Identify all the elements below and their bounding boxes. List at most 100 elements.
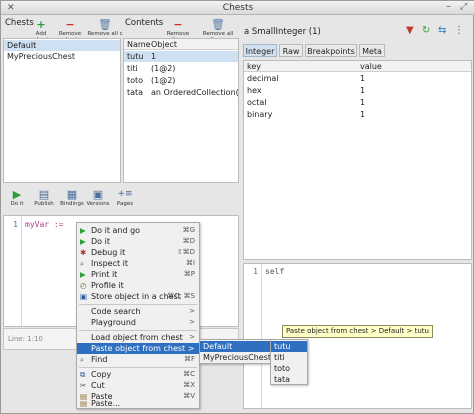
bindings-label: Bindings	[60, 201, 84, 207]
table-row[interactable]: tutu 1	[124, 51, 238, 62]
table-row[interactable]: titi (1@2)	[124, 63, 238, 74]
submenu-item-titi[interactable]: titi	[271, 352, 307, 363]
list-item[interactable]: MyPreciousChest	[4, 51, 120, 62]
contents-toolbar: − Remove item 🗑 Remove all items	[161, 18, 241, 43]
menu-item-label: Find	[91, 355, 108, 364]
table-header: key value	[244, 61, 471, 72]
play-icon: ▶	[80, 237, 86, 246]
minimize-icon[interactable]: –	[446, 1, 451, 12]
tab-integer[interactable]: Integer	[243, 44, 277, 57]
do-it-button[interactable]: ▶ Do it	[7, 189, 27, 207]
copy-icon: ⧉	[80, 370, 86, 379]
row-value: 1	[360, 98, 366, 107]
menu-item-paste-ellipsis[interactable]: ▤ Paste...	[77, 399, 199, 409]
play-icon: ▶	[12, 188, 22, 201]
playground-code-text: myVar :=	[25, 220, 64, 229]
chests-submenu: Default MyPreciousChest	[199, 339, 271, 364]
menu-item-debug-it[interactable]: ✱ Debug it ⇧⌘D	[77, 247, 199, 258]
publish-label: Publish	[34, 201, 54, 207]
column-header-value: value	[360, 62, 382, 71]
table-row[interactable]: decimal 1	[244, 73, 471, 84]
table-row[interactable]: binary 1	[244, 109, 471, 120]
tab-raw[interactable]: Raw	[279, 44, 303, 57]
menu-item-playground[interactable]: Playground >	[77, 317, 199, 328]
table-row[interactable]: hex 1	[244, 85, 471, 96]
menu-item-cut[interactable]: ✂ Cut ⌘X	[77, 380, 199, 391]
maximize-icon[interactable]: ⤢	[460, 2, 467, 12]
row-value: 1	[360, 86, 366, 95]
inspector-table[interactable]: key value decimal 1 hex 1 octal 1 binary…	[243, 60, 472, 260]
menu-item-label: Code search	[91, 307, 141, 316]
menu-item-print-it[interactable]: ▶ Print it ⌘P	[77, 269, 199, 280]
menu-item-label: Load object from chest	[91, 333, 183, 342]
publish-icon: ▤	[38, 188, 50, 201]
refresh-icon[interactable]: ↻	[422, 25, 430, 36]
row-key: octal	[247, 98, 267, 107]
line-number: 1	[253, 267, 258, 276]
cursor-position: Line: 1:10	[8, 335, 43, 343]
minus-icon: −	[173, 18, 183, 31]
row-name: tata	[127, 88, 144, 97]
tab-meta[interactable]: Meta	[359, 44, 385, 57]
row-name: toto	[127, 76, 144, 85]
row-name: tutu	[127, 52, 144, 61]
table-row[interactable]: tata an OrderedCollection(1 2 3 4	[124, 87, 238, 98]
table-row[interactable]: toto (1@2)	[124, 75, 238, 86]
menu-item-do-it-and-go[interactable]: ▶ Do it and go ⌘G	[77, 225, 199, 236]
row-value: 1	[360, 110, 366, 119]
gutter-divider	[261, 264, 262, 408]
inspect-icon: ⌕	[80, 259, 85, 268]
menu-item-do-it[interactable]: ▶ Do it ⌘D	[77, 236, 199, 247]
submenu-arrow: >	[189, 307, 195, 315]
versions-button[interactable]: ▣ Versions	[85, 189, 111, 207]
context-menu: ▶ Do it and go ⌘G ▶ Do it ⌘D ✱ Debug it …	[76, 222, 200, 409]
contents-table[interactable]: Name Object tutu 1 titi (1@2) toto (1@2)…	[123, 38, 239, 183]
navigate-icon[interactable]: ⇆	[438, 25, 446, 36]
submenu-item-toto[interactable]: toto	[271, 363, 307, 374]
chest-icon: ▣	[80, 292, 88, 301]
trash-icon: 🗑	[98, 19, 112, 31]
bindings-button[interactable]: ▦ Bindings	[59, 189, 85, 207]
title-bar[interactable]: ✕ Chests – ⤢	[1, 1, 474, 15]
menu-item-label: Copy	[91, 370, 112, 379]
menu-item-copy[interactable]: ⧉ Copy ⌘C	[77, 369, 199, 380]
row-object: an OrderedCollection(1 2 3 4	[151, 88, 238, 97]
inspector-tabs: Integer Raw Breakpoints Meta	[243, 44, 443, 58]
do-it-label: Do it	[10, 201, 24, 207]
row-key: binary	[247, 110, 273, 119]
column-header-object: Object	[151, 40, 178, 49]
menu-item-inspect-it[interactable]: ⌕ Inspect it ⌘I	[77, 258, 199, 269]
remove-all-chests-button[interactable]: 🗑 Remove all c	[87, 19, 123, 37]
menu-item-load-object-from-chest[interactable]: Load object from chest >	[77, 332, 199, 343]
submenu-item-myprecious-chest[interactable]: MyPreciousChest	[200, 352, 271, 363]
contents-panel-title: Contents	[125, 18, 164, 28]
row-object: 1	[151, 52, 157, 61]
tab-breakpoints[interactable]: Breakpoints	[305, 44, 357, 57]
submenu-item-tutu[interactable]: tutu	[271, 341, 307, 352]
menu-item-shortcut: ⌘P	[183, 270, 195, 278]
row-value: 1	[360, 74, 366, 83]
paste-icon: ▤	[80, 399, 88, 408]
submenu-item-default[interactable]: Default	[200, 341, 270, 352]
window-title: Chests	[222, 3, 254, 13]
filter-icon[interactable]: ▼	[406, 25, 414, 36]
row-key: hex	[247, 86, 262, 95]
chests-list[interactable]: Default MyPreciousChest	[3, 38, 121, 183]
menu-item-code-search[interactable]: Code search >	[77, 306, 199, 317]
submenu-item-tata[interactable]: tata	[271, 374, 307, 385]
list-item[interactable]: Default	[4, 40, 120, 51]
chests-toolbar: + Add chest − Remove chest 🗑 Remove all …	[29, 18, 125, 43]
row-name: titi	[127, 64, 138, 73]
submenu-arrow: >	[189, 318, 195, 326]
publish-button[interactable]: ▤ Publish	[31, 189, 57, 207]
pages-button[interactable]: +≡ Pages	[113, 189, 137, 207]
menu-item-profile-it[interactable]: ◴ Profile it	[77, 280, 199, 291]
minus-icon: −	[65, 18, 75, 31]
menu-item-paste-object-from-chest[interactable]: Paste object from chest >	[77, 343, 199, 354]
row-key: decimal	[247, 74, 279, 83]
menu-icon[interactable]: ⋮	[454, 25, 464, 36]
table-row[interactable]: octal 1	[244, 97, 471, 108]
menu-item-label: Playground	[91, 318, 136, 327]
menu-item-store-object-in-chest[interactable]: ▣ Store object in a chest ⌘C, ⌘S	[77, 291, 199, 302]
menu-item-find[interactable]: ⌕ Find ⌘F	[77, 354, 199, 365]
